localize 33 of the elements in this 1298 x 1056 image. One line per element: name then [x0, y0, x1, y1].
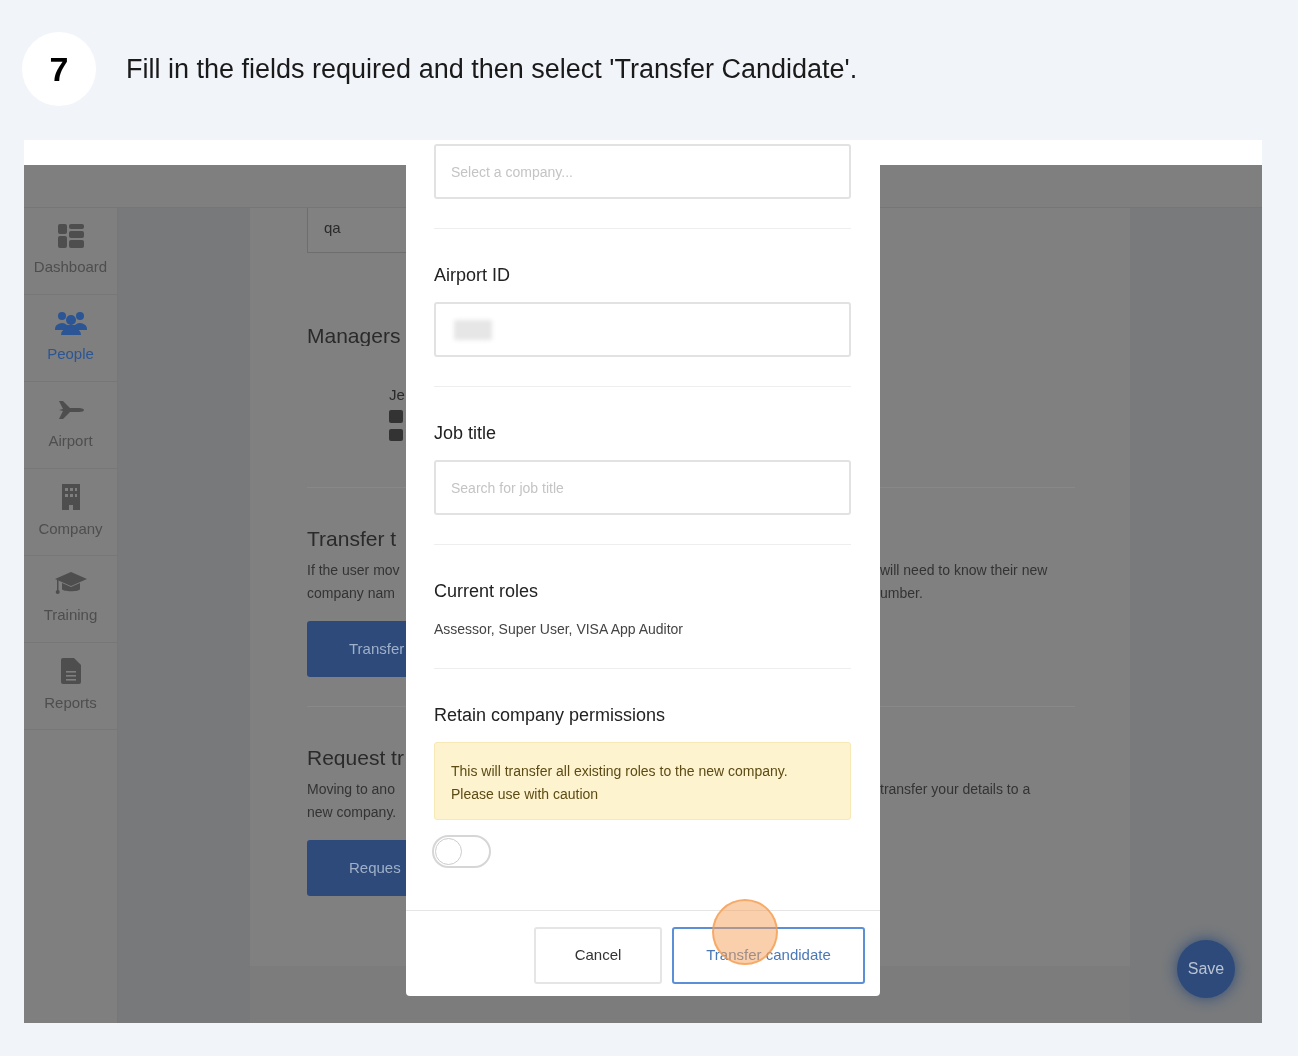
warning-text: This will transfer all existing roles to the new company. Please use with caution — [434, 742, 851, 820]
retain-permissions-toggle[interactable] — [432, 835, 491, 868]
sidebar-item[interactable]: People — [24, 295, 117, 382]
field-label: Current roles — [434, 580, 540, 600]
description-text: company nam — [307, 584, 396, 603]
job-title-field[interactable]: Search for job title — [434, 460, 851, 515]
description-text: transfer your details to a — [880, 780, 1032, 799]
description-text: umber. — [880, 584, 924, 603]
redacted-value — [454, 319, 492, 340]
company-select-field[interactable]: Select a company... — [434, 144, 851, 199]
people-icon — [54, 310, 87, 335]
description-text: new company. — [307, 803, 398, 822]
description-text: If the user mov — [307, 561, 401, 580]
document-icon — [60, 657, 81, 684]
dashboard-icon — [57, 223, 84, 248]
manager-name: Je — [389, 386, 405, 404]
transfer-candidate-button[interactable]: Transfer candidate — [672, 927, 865, 984]
description-text: Moving to ano — [307, 780, 396, 799]
roles-text: Assessor, Super User, VISA App Auditor — [434, 620, 685, 637]
field-label: Job title — [434, 422, 498, 442]
field-label: Airport ID — [434, 264, 512, 284]
cancel-button[interactable]: Cancel — [534, 927, 662, 984]
airport-id-field[interactable] — [434, 302, 851, 357]
description-text: will need to know their new — [880, 561, 1049, 580]
building-icon — [60, 483, 81, 510]
background-button[interactable]: Transfer — [307, 621, 406, 677]
background-button[interactable]: Reques — [307, 840, 406, 896]
qa-input-field[interactable]: qa — [307, 208, 406, 253]
step-number-badge: 7 — [22, 32, 96, 106]
instruction-text: Fill in the fields required and then select 'Transfer Candidate'. — [126, 52, 858, 86]
graduation-cap-icon — [54, 571, 87, 596]
section-heading: Transfer t — [307, 526, 398, 549]
field-label: Retain company permissions — [434, 704, 667, 724]
